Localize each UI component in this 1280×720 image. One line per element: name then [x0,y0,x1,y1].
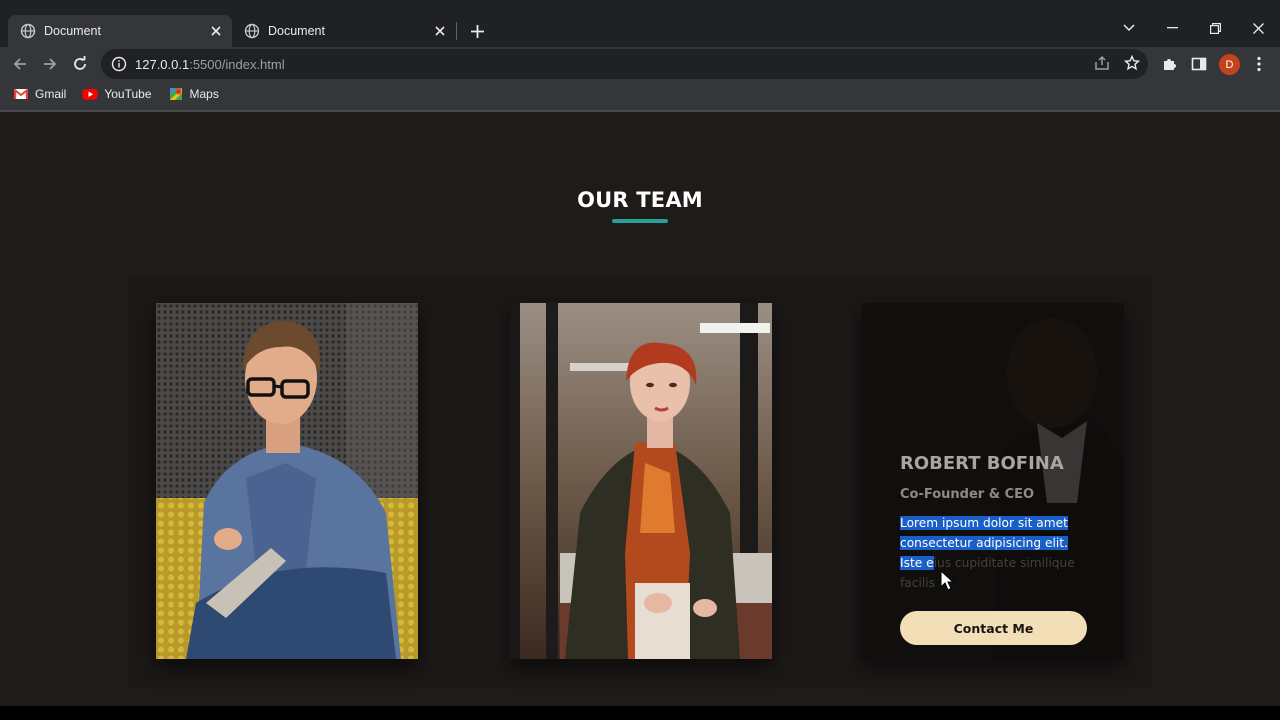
tab-close-icon[interactable] [206,21,226,41]
team-panel: ROBERT BOFINA Co-Founder & CEO Lorem ips… [128,276,1152,688]
section-title: OUR TEAM [577,188,703,212]
globe-icon [244,23,260,39]
card-overlay [862,303,1124,659]
tab-title: Document [44,24,101,38]
toolbar: 127.0.0.1:5500/index.html [0,47,1280,81]
url-text: 127.0.0.1:5500/index.html [135,57,285,72]
maps-icon [168,86,184,102]
bookmark-gmail[interactable]: Gmail [13,86,66,102]
team-card[interactable] [510,303,772,659]
info-icon[interactable] [111,56,127,72]
woman-office-photo [510,303,772,659]
gmail-icon [13,86,29,102]
youtube-icon [82,86,98,102]
bookmark-label: Gmail [35,87,67,101]
tab-document[interactable]: Document [232,15,456,47]
tab-document-active[interactable]: Document [8,15,232,47]
bookmark-label: YouTube [104,87,152,101]
bookmark-maps[interactable]: Maps [168,86,219,102]
team-card[interactable] [156,303,418,659]
extensions-puzzle-icon[interactable] [1160,55,1178,73]
page-bottom-bar [0,706,1280,720]
member-role: Co-Founder & CEO [900,487,1035,502]
address-bar[interactable]: 127.0.0.1:5500/index.html [101,49,1148,79]
page-body: OUR TEAM ROBERT BOFINA Co-Founder & CEO … [0,112,1280,706]
restore-icon[interactable] [1200,14,1230,42]
man-writing-notebook-photo [156,303,418,659]
tab-title: Document [268,24,325,38]
share-icon[interactable] [1093,54,1111,72]
minimize-icon[interactable] [1157,14,1187,42]
url-host: 127.0.0.1 [135,56,190,72]
mouse-cursor-icon [940,570,954,591]
tab-close-icon[interactable] [430,21,450,41]
reload-icon[interactable] [67,51,93,77]
back-arrow-icon[interactable] [7,51,33,77]
side-panel-icon[interactable] [1190,55,1208,73]
new-tab-icon[interactable] [466,20,488,42]
tab-strip: Document Document [0,0,1280,47]
contact-me-button[interactable]: Contact Me [900,611,1087,645]
menu-dots-icon[interactable] [1250,55,1268,73]
close-window-icon[interactable] [1243,14,1273,42]
member-description: Lorem ipsum dolor sit amet consectetur a… [900,513,1090,593]
url-path: :5500/index.html [189,56,285,72]
forward-arrow-icon[interactable] [37,51,63,77]
tab-separator [456,22,457,40]
bookmark-youtube[interactable]: YouTube [82,86,152,102]
member-name: ROBERT BOFINA [900,453,1064,474]
profile-avatar[interactable]: D [1219,54,1240,75]
team-card[interactable]: ROBERT BOFINA Co-Founder & CEO Lorem ips… [862,303,1124,659]
bookmark-star-icon[interactable] [1123,54,1141,72]
title-underline [612,219,668,223]
bookmarks-bar: Gmail YouTube Maps [0,82,1280,106]
browser-chrome: Document Document 127.0.0.1:5500/index.h… [0,0,1280,112]
bookmark-label: Maps [189,87,219,101]
globe-icon [20,23,36,39]
tab-search-icon[interactable] [1114,14,1144,42]
